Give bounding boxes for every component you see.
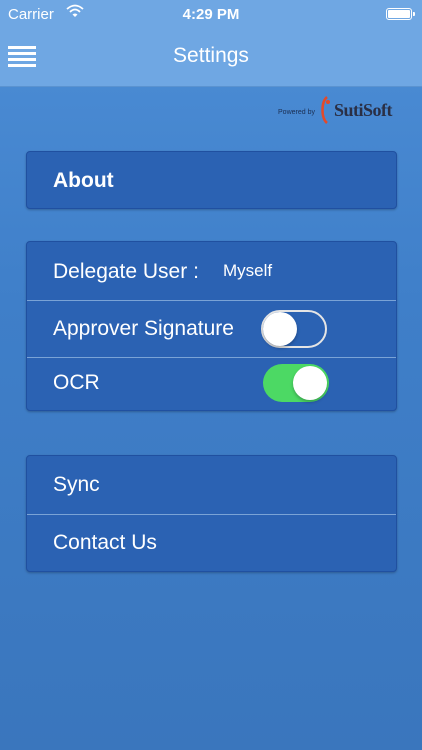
toggle-knob <box>263 312 297 346</box>
approver-signature-row: Approver Signature <box>27 301 396 358</box>
status-bar: Carrier 4:29 PM <box>0 0 422 30</box>
sync-label: Sync <box>53 473 100 496</box>
about-card: About <box>26 151 397 209</box>
sutisoft-logo-text: SutiSoft <box>333 99 393 120</box>
toggle-knob <box>293 366 327 400</box>
page-title: Settings <box>173 44 249 67</box>
delegate-user-value: Myself <box>223 261 273 280</box>
sync-row[interactable]: Sync <box>27 456 396 515</box>
battery-icon <box>386 8 415 20</box>
status-time: 4:29 PM <box>182 6 240 23</box>
contact-us-row[interactable]: Contact Us <box>27 515 396 571</box>
powered-by-logo: Powered by SutiSoft <box>278 94 393 126</box>
support-card: Sync Contact Us <box>26 455 397 572</box>
nav-bar: Settings <box>0 30 422 87</box>
approver-signature-toggle[interactable] <box>261 310 327 348</box>
approver-signature-label: Approver Signature <box>53 317 234 340</box>
ocr-label: OCR <box>53 371 100 394</box>
preferences-card: Delegate User : Myself Approver Signatur… <box>26 241 397 411</box>
contact-us-label: Contact Us <box>53 531 157 554</box>
sutisoft-logo-icon <box>319 96 333 124</box>
about-label: About <box>53 169 114 192</box>
delegate-user-label: Delegate User : <box>53 260 199 283</box>
ocr-toggle[interactable] <box>263 364 329 402</box>
about-row[interactable]: About <box>27 152 396 208</box>
powered-by-label: Powered by <box>278 108 315 116</box>
delegate-user-row[interactable]: Delegate User : Myself <box>27 242 396 301</box>
ocr-row: OCR <box>27 358 396 410</box>
